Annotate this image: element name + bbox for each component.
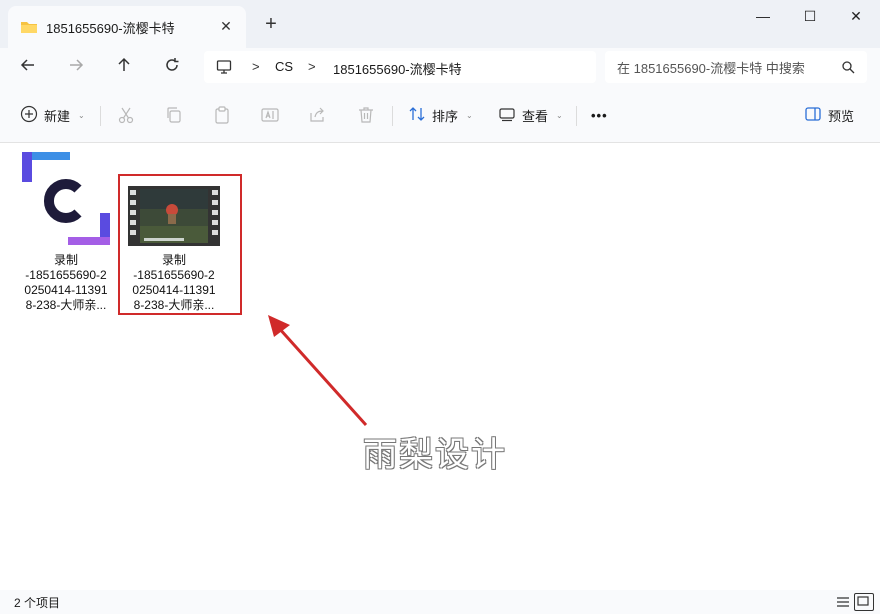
chevron-down-icon: ⌄ (466, 110, 473, 120)
preview-label: 预览 (828, 108, 855, 124)
sort-label: 排序 (432, 108, 459, 124)
copy-icon[interactable] (164, 105, 184, 125)
watermark: 雨梨设计 (363, 435, 507, 475)
cut-icon[interactable] (116, 105, 136, 125)
search-icon[interactable] (841, 60, 855, 77)
file-name: 录制 -1851655690-2 0250414-11391 8-238-大师亲… (24, 253, 108, 312)
minimize-button[interactable]: — (740, 0, 786, 32)
preview-pane-icon (804, 105, 822, 126)
search-box (605, 51, 867, 83)
new-button[interactable]: 新建 ⌄ (20, 102, 85, 128)
divider (100, 106, 101, 126)
camtasia-logo-icon (18, 149, 114, 251)
breadcrumb-item-folder[interactable]: 1851655690-流樱卡特 (333, 59, 462, 78)
preview-button[interactable]: 预览 (804, 102, 854, 128)
more-options-button[interactable]: ••• (591, 102, 608, 128)
selection-highlight-box (118, 174, 242, 315)
tab-close-icon[interactable]: ✕ (216, 16, 236, 36)
computer-icon (216, 59, 232, 78)
sort-button[interactable]: 排序 ⌄ (408, 102, 473, 128)
folder-icon (20, 20, 38, 37)
maximize-button[interactable]: ☐ (787, 0, 833, 32)
close-button[interactable]: ✕ (833, 0, 879, 32)
large-icons-view-icon[interactable] (854, 593, 874, 611)
delete-icon[interactable] (356, 105, 376, 125)
chevron-down-icon: ⌄ (78, 110, 85, 120)
search-input[interactable] (615, 57, 829, 79)
tab-current-folder[interactable]: 1851655690-流樱卡特 ✕ (8, 6, 246, 48)
new-label: 新建 (44, 108, 71, 124)
divider (576, 106, 577, 126)
annotation-arrow-icon (262, 313, 372, 432)
item-count: 2 个项目 (14, 596, 61, 610)
new-tab-button[interactable]: + (260, 14, 282, 36)
breadcrumb-separator: > (308, 59, 316, 74)
details-view-icon[interactable] (834, 593, 854, 611)
view-label: 查看 (522, 108, 549, 124)
file-item-camtasia[interactable]: 录制 -1851655690-2 0250414-11391 8-238-大师亲… (14, 149, 118, 319)
address-bar[interactable]: > CS > 1851655690-流樱卡特 (204, 51, 596, 83)
rename-icon[interactable] (260, 105, 280, 125)
breadcrumb-item-cs[interactable]: CS (275, 59, 293, 74)
plus-circle-icon (20, 105, 38, 126)
view-icon (498, 105, 516, 126)
sort-icon (408, 105, 426, 126)
share-icon[interactable] (308, 105, 328, 125)
back-arrow-icon[interactable] (14, 54, 42, 82)
up-arrow-icon[interactable] (110, 54, 138, 82)
address-row: > CS > 1851655690-流樱卡特 (0, 48, 880, 88)
refresh-icon[interactable] (158, 54, 186, 82)
view-button[interactable]: 查看 ⌄ (498, 102, 563, 128)
breadcrumb-separator: > (252, 59, 260, 74)
forward-arrow-icon[interactable] (62, 54, 90, 82)
chevron-down-icon: ⌄ (556, 110, 563, 120)
paste-icon[interactable] (212, 105, 232, 125)
status-bar: 2 个项目 (0, 590, 880, 614)
title-bar: 1851655690-流樱卡特 ✕ + — ☐ ✕ (0, 0, 880, 48)
divider (392, 106, 393, 126)
command-bar: 新建 ⌄ 排序 ⌄ 查看 ⌄ ••• 预览 (0, 88, 880, 143)
tab-title: 1851655690-流樱卡特 (46, 21, 175, 36)
